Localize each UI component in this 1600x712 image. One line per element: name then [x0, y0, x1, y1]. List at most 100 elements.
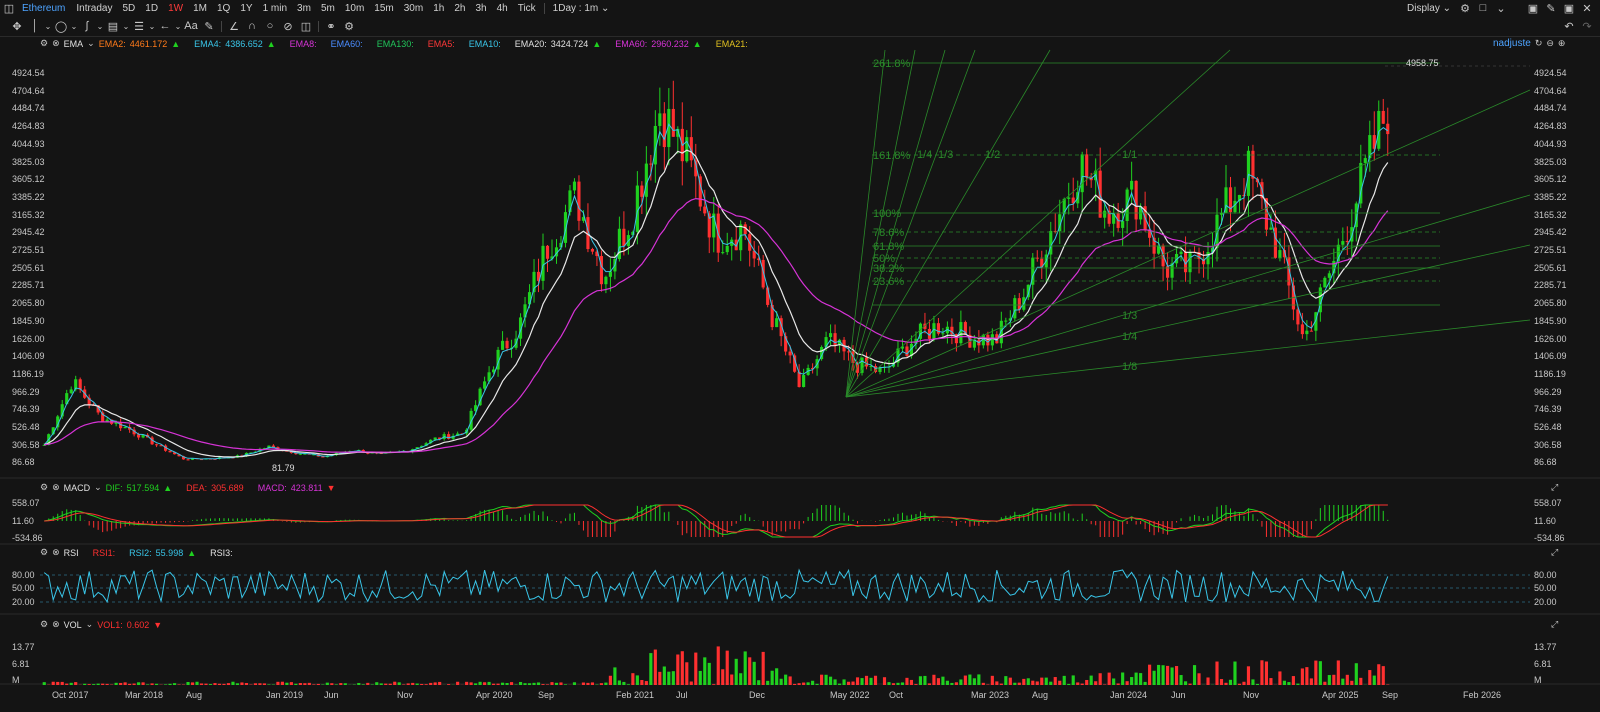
volume-bar: [608, 675, 612, 685]
volume-bar: [559, 682, 563, 685]
volume-bar: [429, 682, 433, 685]
volume-bar: [483, 682, 487, 685]
volume-bar: [806, 682, 810, 685]
volume-bar: [357, 682, 361, 685]
rsi-name[interactable]: RSI: [64, 548, 79, 558]
candle-body: [617, 228, 621, 260]
candle-body: [1179, 251, 1183, 254]
volume-bar: [1031, 680, 1035, 685]
candle-body: [1188, 251, 1192, 273]
volume-bar: [860, 678, 864, 685]
candle-body: [1121, 221, 1125, 228]
volume-bar: [748, 657, 752, 685]
candle-body: [802, 374, 806, 388]
volume-bar: [802, 682, 806, 685]
candle-body: [860, 357, 864, 373]
volume-bar: [725, 650, 729, 685]
volume-bar: [779, 678, 783, 685]
volume-bar: [253, 683, 258, 685]
volume-bar: [325, 682, 329, 685]
volume-bar: [972, 678, 976, 685]
price-tick-label: 86.68: [12, 457, 35, 468]
volume-bar: [824, 674, 828, 685]
fib-fan-label: 1/1: [1122, 149, 1137, 161]
volume-bar: [1305, 667, 1309, 685]
volume-bar: [572, 682, 577, 685]
candle-body: [69, 389, 73, 394]
price-tick-label: 526.48: [12, 422, 40, 432]
candle-body: [1080, 154, 1084, 193]
volume-bar: [163, 684, 168, 685]
candle-body: [590, 249, 595, 252]
volume-bar: [811, 680, 815, 685]
volume-bar: [653, 649, 657, 685]
volume-bar: [640, 680, 644, 685]
candle-body: [123, 426, 127, 429]
volume-bar: [536, 682, 541, 685]
volume-bar: [222, 683, 226, 685]
candle-body: [1067, 197, 1071, 199]
volume-bar: [1161, 665, 1165, 685]
expand-icon[interactable]: ⤢: [1551, 547, 1558, 558]
volume-bar: [334, 684, 338, 685]
settings-gear-icon[interactable]: ⚙: [40, 547, 48, 558]
candle-body: [1323, 277, 1327, 288]
price-chart[interactable]: 261.8%161.8%100%78.6%61.8%50%38.2%23.6%1…: [0, 0, 1600, 712]
volume-bar: [1134, 672, 1138, 685]
volume-bar: [1125, 681, 1129, 685]
candle-body: [545, 245, 550, 259]
close-circle-icon[interactable]: ⊗: [52, 547, 60, 558]
volume-bar: [1170, 667, 1174, 685]
indicator-tick-label: 80.00: [1534, 570, 1557, 580]
volume-bar: [280, 681, 284, 685]
price-tick-label: 3825.03: [1534, 156, 1567, 167]
volume-bar: [343, 683, 347, 685]
volume-bar: [1067, 683, 1071, 685]
volume-bar: [235, 683, 240, 685]
volume-bar: [730, 674, 734, 685]
chevron-down-icon[interactable]: ⌄: [86, 619, 94, 630]
volume-bar: [69, 682, 73, 685]
expand-icon[interactable]: ⤢: [1551, 482, 1558, 493]
vol-name[interactable]: VOL: [64, 620, 82, 630]
volume-bar: [509, 682, 514, 685]
volume-bar: [1112, 678, 1116, 685]
price-tick-label: 1626.00: [1534, 333, 1567, 344]
close-circle-icon[interactable]: ⊗: [52, 482, 60, 493]
volume-bar: [244, 683, 249, 685]
volume-bar: [1341, 678, 1345, 685]
price-tick-label: 2065.80: [12, 298, 45, 309]
volume-bar: [1080, 683, 1084, 685]
candle-body: [500, 340, 505, 350]
volume-bar: [285, 682, 289, 685]
macd-name[interactable]: MACD: [64, 483, 91, 493]
candle-body: [797, 371, 801, 388]
volume-bar: [384, 683, 388, 685]
candle-body: [1300, 324, 1304, 335]
close-circle-icon[interactable]: ⊗: [52, 619, 60, 630]
volume-bar: [689, 681, 693, 685]
indicator-tick-label: 6.81: [1534, 659, 1552, 669]
triangle-down-icon: ▼: [153, 619, 163, 630]
volume-bar: [900, 682, 905, 685]
macd-legend: ⚙ ⊗ MACD ⌄ DIF: 517.594 ▲ DEA: 305.689 MACD…: [40, 482, 340, 493]
indicator-tick-label: 13.77: [12, 642, 35, 652]
volume-bar: [83, 683, 87, 685]
candle-body: [1296, 309, 1300, 325]
time-tick-label: Sep: [1382, 690, 1399, 700]
volume-bar: [923, 675, 927, 685]
triangle-down-icon: ▼: [326, 482, 336, 493]
settings-gear-icon[interactable]: ⚙: [40, 482, 48, 493]
time-tick-label: Dec: [749, 690, 766, 700]
chevron-down-icon[interactable]: ⌄: [94, 482, 102, 493]
volume-bar: [474, 683, 478, 685]
price-tick-label: 966.29: [12, 386, 40, 397]
price-tick-label: 86.68: [1534, 457, 1557, 468]
candle-body: [725, 245, 729, 253]
fib-fan-label: 1/4: [1122, 331, 1137, 343]
volume-bar: [694, 652, 698, 685]
time-tick-label: Oct: [889, 690, 904, 700]
settings-gear-icon[interactable]: ⚙: [40, 619, 48, 630]
expand-icon[interactable]: ⤢: [1551, 619, 1558, 630]
volume-bar: [617, 680, 621, 685]
